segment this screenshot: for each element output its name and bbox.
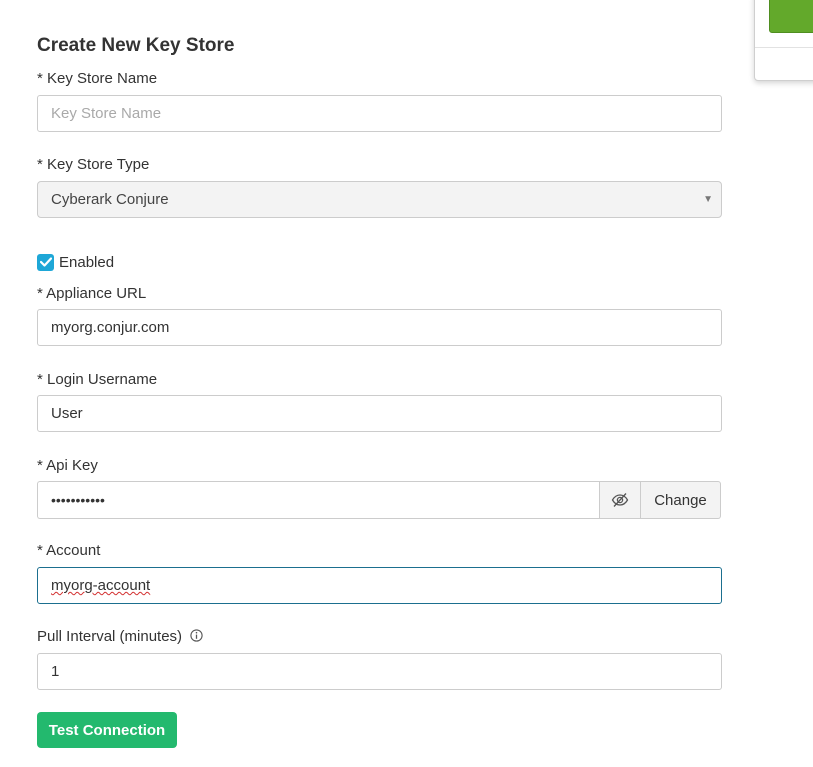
- key-store-type-label: * Key Store Type: [37, 156, 150, 173]
- toggle-visibility-button[interactable]: [599, 481, 641, 519]
- eye-slash-icon: [611, 493, 629, 507]
- info-icon[interactable]: [190, 629, 203, 646]
- enabled-label[interactable]: Enabled: [59, 254, 114, 271]
- appliance-url-input[interactable]: [37, 309, 722, 346]
- login-username-label: * Login Username: [37, 371, 158, 388]
- test-connection-button[interactable]: Test Connection: [37, 712, 177, 748]
- pull-interval-label: Pull Interval (minutes): [37, 628, 183, 645]
- api-key-group: ••••••••••• Change: [37, 481, 721, 519]
- change-api-key-button[interactable]: Change: [641, 481, 721, 519]
- panel-action-button[interactable]: [769, 0, 813, 33]
- account-input[interactable]: myorg-account: [37, 567, 722, 604]
- pull-interval-input[interactable]: [37, 653, 722, 690]
- login-username-input[interactable]: [37, 395, 722, 432]
- account-label: * Account: [37, 542, 101, 559]
- page: Create New Key Store * Key Store Name * …: [0, 0, 813, 767]
- page-title: Create New Key Store: [37, 35, 235, 56]
- key-store-type-value: Cyberark Conjure: [51, 191, 169, 208]
- panel-divider: [755, 47, 813, 48]
- caret-down-icon: ▼: [703, 194, 713, 205]
- key-store-name-input[interactable]: [37, 95, 722, 132]
- appliance-url-label: * Appliance URL: [37, 285, 147, 302]
- key-store-type-select[interactable]: Cyberark Conjure ▼: [37, 181, 722, 218]
- pull-interval-label-row: Pull Interval (minutes): [37, 628, 203, 646]
- corner-panel: [754, 0, 813, 81]
- check-icon: [39, 257, 52, 267]
- key-store-name-label: * Key Store Name: [37, 70, 158, 87]
- enabled-row: Enabled: [37, 253, 114, 271]
- account-value: myorg-account: [51, 577, 151, 594]
- api-key-label: * Api Key: [37, 457, 98, 474]
- api-key-input[interactable]: •••••••••••: [37, 481, 599, 519]
- enabled-checkbox[interactable]: [37, 253, 54, 271]
